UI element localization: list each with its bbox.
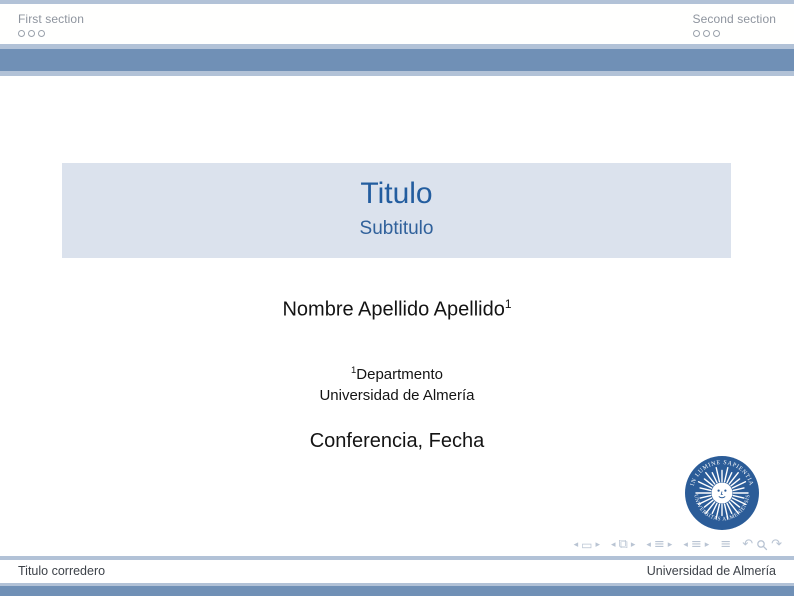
author-line: Nombre Apellido Apellido1 xyxy=(0,297,794,322)
presentation-title: Titulo xyxy=(62,177,731,211)
slide-dot[interactable] xyxy=(693,30,700,37)
go-back-icon[interactable]: ↶ xyxy=(742,537,753,553)
section-nav-second: Second section xyxy=(693,12,776,37)
sun-eye-left xyxy=(718,490,720,492)
next-slide-icon[interactable]: ▸ xyxy=(595,537,600,553)
nav-section-group: ◂ ≡ ▸ xyxy=(646,537,672,553)
slide-dot[interactable] xyxy=(713,30,720,37)
author-footnote-mark: 1 xyxy=(505,297,512,311)
bottom-accent-bar xyxy=(0,586,794,596)
nav-appendix-group: ≡ xyxy=(720,537,731,553)
slide-dots-first xyxy=(18,30,84,37)
frame-title-separator-strip xyxy=(0,71,794,76)
section-nav-first: First section xyxy=(18,12,84,37)
frame-title-bar xyxy=(0,49,794,71)
navigation-symbols: ◂ ▭ ▸ ◂ ⧉ ▸ ◂ ≡ ▸ ◂ ≡ ▸ ≡ ↶ ↷ xyxy=(563,536,782,554)
beamer-slide: First section Second section Titulo Subt… xyxy=(0,0,794,596)
next-frame-icon[interactable]: ▸ xyxy=(631,537,636,553)
prev-section-icon[interactable]: ◂ xyxy=(646,537,651,553)
footline-bar: Titulo corredero Universidad de Almería xyxy=(0,560,794,583)
slide-dot[interactable] xyxy=(28,30,35,37)
nav-history-group: ↶ ↷ xyxy=(742,537,782,553)
slide-dot[interactable] xyxy=(703,30,710,37)
nav-slide-group: ◂ ▭ ▸ xyxy=(574,537,600,553)
go-forward-icon[interactable]: ↷ xyxy=(771,537,782,553)
author-name: Nombre Apellido Apellido xyxy=(282,299,504,321)
prev-subsection-icon[interactable]: ◂ xyxy=(683,537,688,553)
slide-dot[interactable] xyxy=(18,30,25,37)
frame-icon[interactable]: ⧉ xyxy=(619,537,628,553)
slide-dot[interactable] xyxy=(38,30,45,37)
institute-university: Universidad de Almería xyxy=(0,385,794,406)
prev-slide-icon[interactable]: ◂ xyxy=(574,537,579,553)
nav-subsection-group: ◂ ≡ ▸ xyxy=(683,537,709,553)
institute-department: Departmento xyxy=(356,366,443,383)
institute-block: 1Departmento Universidad de Almería xyxy=(0,360,794,406)
presentation-subtitle: Subtitulo xyxy=(62,218,731,240)
footline-institution: Universidad de Almería xyxy=(647,560,776,583)
footline-short-title: Titulo corredero xyxy=(18,560,105,583)
search-icon[interactable] xyxy=(756,539,768,551)
slide-dots-second xyxy=(693,30,776,37)
conference-date-line: Conferencia, Fecha xyxy=(0,430,794,453)
next-section-icon[interactable]: ▸ xyxy=(668,537,673,553)
title-block: Titulo Subtitulo xyxy=(62,163,731,258)
next-subsection-icon[interactable]: ▸ xyxy=(705,537,710,553)
sun-eye-right xyxy=(724,490,726,492)
slide-icon[interactable]: ▭ xyxy=(581,537,592,553)
university-seal-logo: IN LUMINE SAPIENTIA UNIVERSITAS ALMERIEN… xyxy=(684,455,760,531)
headline-bar xyxy=(0,4,794,44)
section-link-second[interactable]: Second section xyxy=(693,12,776,26)
prev-frame-icon[interactable]: ◂ xyxy=(611,537,616,553)
nav-frame-group: ◂ ⧉ ▸ xyxy=(611,537,635,553)
appendix-icon[interactable]: ≡ xyxy=(720,537,731,553)
section-link-first[interactable]: First section xyxy=(18,12,84,26)
section-icon[interactable]: ≡ xyxy=(654,537,665,553)
institute-department-line: 1Departmento xyxy=(0,360,794,385)
subsection-icon[interactable]: ≡ xyxy=(691,537,702,553)
